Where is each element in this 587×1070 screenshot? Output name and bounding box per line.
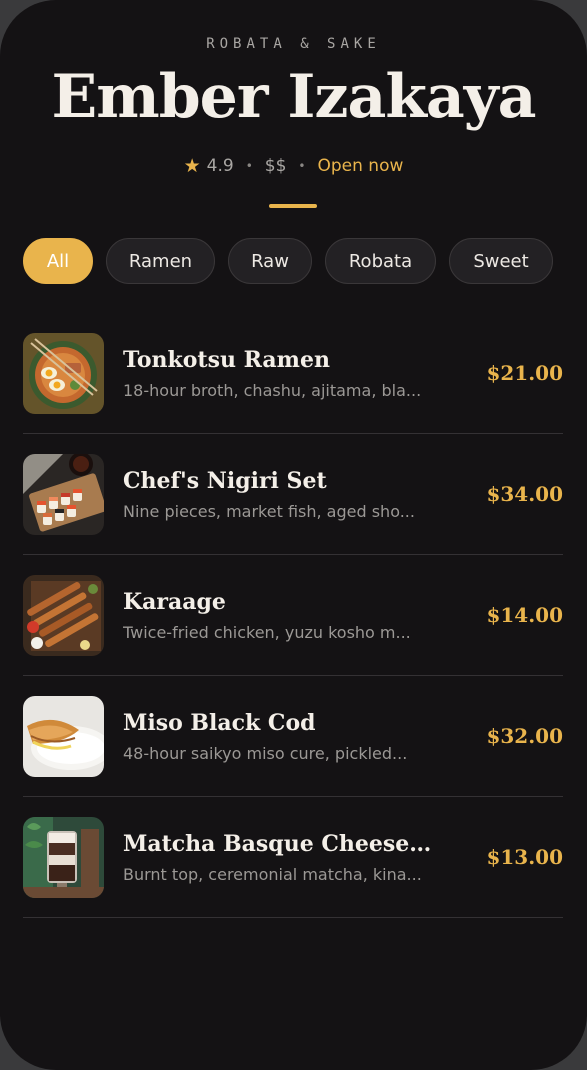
separator-dot: • — [298, 159, 306, 173]
menu-item[interactable]: Matcha Basque Cheesec... Burnt top, cere… — [23, 797, 563, 918]
menu-item-price: $34.00 — [486, 482, 563, 506]
rating-value: 4.9 — [206, 156, 234, 176]
menu-item-price: $13.00 — [486, 845, 563, 869]
header-accent-divider — [269, 204, 317, 208]
menu-item[interactable]: Chef's Nigiri Set Nine pieces, market fi… — [23, 434, 563, 555]
skewers-platter-image — [23, 575, 104, 656]
menu-item-name: Karaage — [123, 589, 226, 615]
menu-item-price: $32.00 — [486, 724, 563, 748]
menu-item[interactable]: Karaage Twice-fried chicken, yuzu kosho … — [23, 555, 563, 676]
menu-item[interactable]: Miso Black Cod 48-hour saikyo miso cure,… — [23, 676, 563, 797]
filter-chip-raw[interactable]: Raw — [228, 238, 312, 284]
menu-item[interactable]: Tonkotsu Ramen 18-hour broth, chashu, aj… — [23, 313, 563, 434]
filter-chip-robata[interactable]: Robata — [325, 238, 436, 284]
restaurant-meta: ★ 4.9 • $$ • Open now — [0, 155, 587, 177]
price-level: $$ — [264, 156, 287, 176]
menu-item-name: Miso Black Cod — [123, 710, 316, 736]
star-icon: ★ — [183, 155, 201, 177]
menu-list: Tonkotsu Ramen 18-hour broth, chashu, aj… — [23, 313, 563, 918]
menu-item-name: Tonkotsu Ramen — [123, 347, 330, 373]
menu-item-description: Twice-fried chicken, yuzu kosho m... — [123, 623, 411, 642]
fish-plate-image — [23, 696, 104, 777]
ramen-bowl-image — [23, 333, 104, 414]
menu-item-description: Burnt top, ceremonial matcha, kina... — [123, 865, 422, 884]
menu-item-description: Nine pieces, market fish, aged sho... — [123, 502, 415, 521]
sushi-board-image — [23, 454, 104, 535]
menu-item-name: Matcha Basque Cheesec... — [123, 831, 443, 857]
menu-item-description: 18-hour broth, chashu, ajitama, bla... — [123, 381, 422, 400]
dessert-glass-image — [23, 817, 104, 898]
menu-item-name: Chef's Nigiri Set — [123, 468, 327, 494]
separator-dot: • — [245, 159, 253, 173]
filter-chip-all[interactable]: All — [23, 238, 93, 284]
restaurant-name: Ember Izakaya — [51, 62, 536, 132]
restaurant-tagline: ROBATA & SAKE — [206, 36, 381, 52]
open-status: Open now — [317, 156, 404, 176]
menu-item-price: $14.00 — [486, 603, 563, 627]
app-screen: ROBATA & SAKE Ember Izakaya ★ 4.9 • $$ •… — [0, 0, 587, 1070]
menu-item-description: 48-hour saikyo miso cure, pickled... — [123, 744, 408, 763]
filter-chip-ramen[interactable]: Ramen — [106, 238, 215, 284]
menu-item-price: $21.00 — [486, 361, 563, 385]
category-filter-bar: All Ramen Raw Robata Sweet — [23, 238, 553, 284]
filter-chip-sweet[interactable]: Sweet — [449, 238, 553, 284]
